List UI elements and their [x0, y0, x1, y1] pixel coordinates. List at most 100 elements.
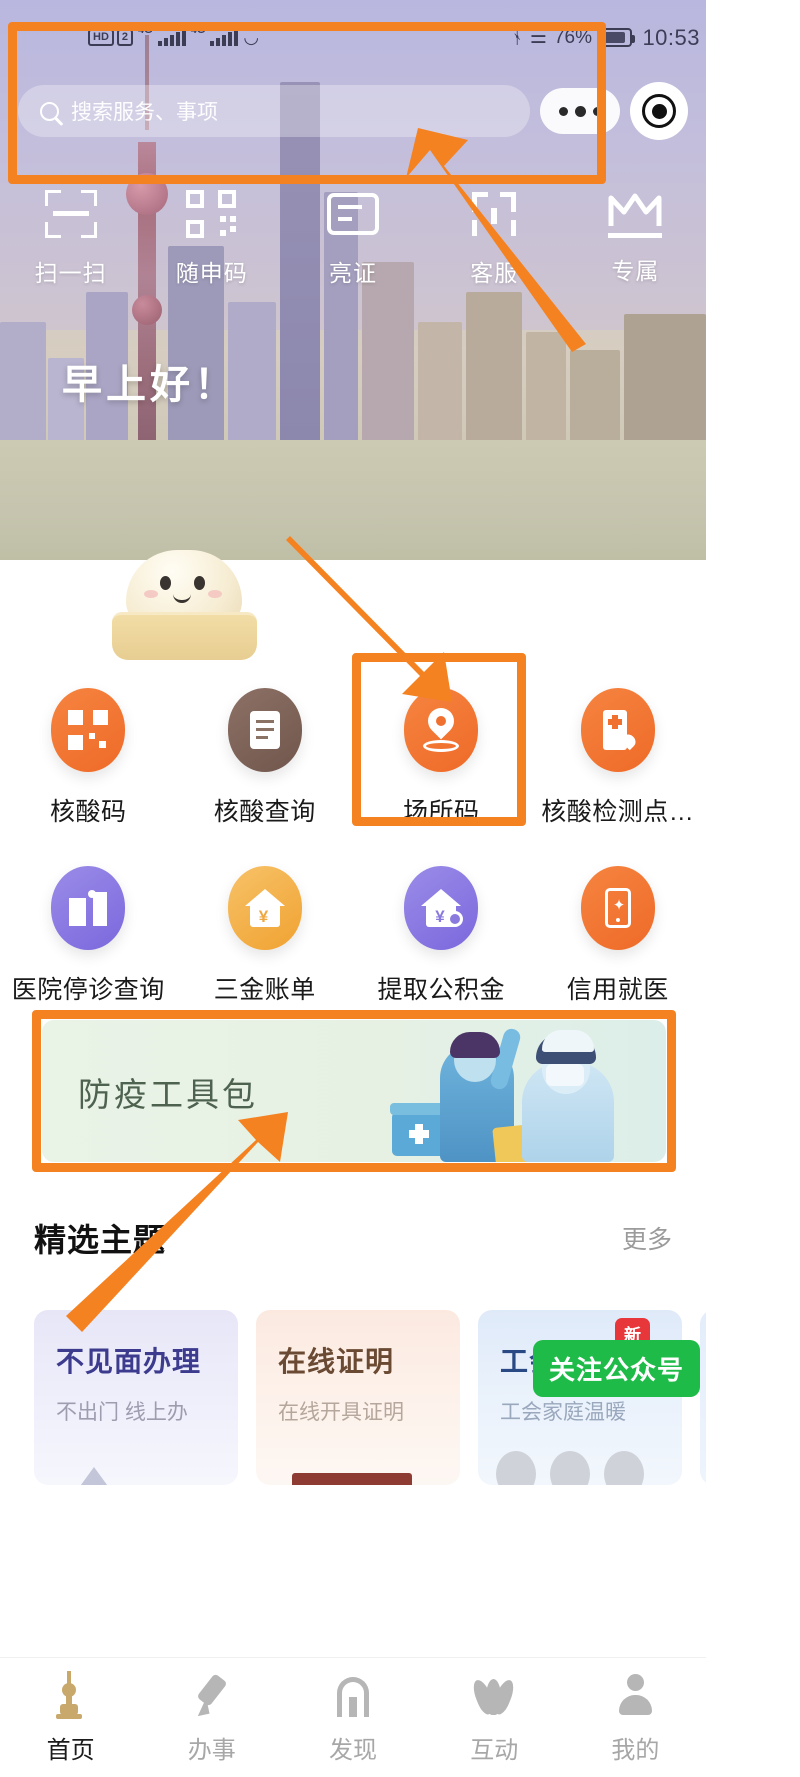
ellipsis-dot	[558, 106, 568, 116]
nav-item-mine[interactable]: 我的	[565, 1671, 706, 1765]
service-label: 医院停诊查询	[11, 976, 165, 1004]
service-icon-bg	[51, 688, 126, 772]
theme-card[interactable]: 不见面办理 不出门 线上办	[34, 1310, 238, 1485]
service-label: 提取公积金	[377, 976, 505, 1004]
service-icon	[468, 188, 520, 240]
worker-hair-1	[450, 1032, 500, 1058]
vibrate-icon: ☰	[529, 27, 547, 48]
leaf-icon	[470, 1671, 518, 1719]
quick-action-label: 亮证	[329, 260, 377, 286]
quick-action-kefu[interactable]: 客服	[424, 188, 565, 288]
carrier-stack: HD 2	[88, 25, 134, 46]
river	[0, 440, 706, 560]
tower-sphere-lower	[132, 295, 162, 325]
id-card-icon	[327, 188, 379, 240]
service-tiqugongjijin[interactable]: ¥ 提取公积金	[353, 850, 530, 1006]
nav-label: 我的	[611, 1736, 660, 1764]
network-type-1: 4G	[138, 24, 153, 36]
more-menu-button[interactable]	[540, 88, 620, 134]
quick-action-scan[interactable]: 扫一扫	[0, 188, 141, 288]
service-icon-bg	[227, 688, 302, 772]
search-icon	[40, 101, 59, 121]
theme-card-title: 不见面办理	[56, 1346, 202, 1377]
service-xinyongjiuyi[interactable]: ✦ 信用就医	[530, 850, 707, 1006]
nav-item-interact[interactable]: 互动	[424, 1671, 565, 1765]
document-icon	[249, 711, 280, 749]
signal-dots-icon	[88, 25, 114, 28]
nav-item-discover[interactable]: 发现	[282, 1671, 423, 1765]
service-row-2: 医院停诊查询 ¥ 三金账单 ¥ 提取公积金 ✦ 信用就医	[0, 850, 706, 1006]
service-hesuanchaxun[interactable]: 核酸查询	[177, 672, 354, 828]
greeting-text: 早上好！	[62, 363, 238, 407]
nav-item-services[interactable]: 办事	[141, 1671, 282, 1765]
follow-official-account-button[interactable]: 关注公众号	[532, 1340, 700, 1397]
nav-label: 发现	[329, 1736, 377, 1764]
service-yiyuantingzhen[interactable]: 医院停诊查询	[0, 850, 177, 1006]
theme-card-title: 在线证明	[278, 1346, 395, 1377]
card-decoration	[78, 1467, 110, 1485]
house-yuan-icon: ¥	[244, 889, 285, 927]
building	[570, 350, 620, 442]
sim-badge: 2	[116, 29, 134, 46]
theme-card[interactable]	[700, 1310, 706, 1485]
ellipsis-dot	[574, 105, 586, 117]
epidemic-toolkit-banner[interactable]: 防疫工具包	[42, 1020, 666, 1162]
scan-icon	[44, 188, 97, 240]
building	[418, 322, 462, 442]
quick-action-label: 客服	[470, 260, 519, 286]
pen-icon	[192, 1671, 232, 1719]
tower-icon	[51, 1670, 91, 1719]
service-label: 核酸码	[49, 798, 127, 826]
building	[526, 332, 566, 442]
service-hesuanma[interactable]: 核酸码	[0, 672, 177, 828]
featured-themes-header: 精选主题 更多	[0, 1215, 706, 1261]
mascot-bun	[112, 550, 262, 660]
service-label: 信用就医	[566, 976, 669, 1004]
bottom-navigation-bar: 首页 办事 发现 互动 我的	[0, 1657, 706, 1777]
theme-card-subtitle: 不出门 线上办	[56, 1401, 188, 1424]
signal-bars-2-icon	[210, 28, 239, 46]
theme-card[interactable]: 工会服务 工会家庭温暖	[478, 1310, 682, 1485]
arch-icon	[333, 1671, 373, 1719]
service-sanjinzhangdan[interactable]: ¥ 三金账单	[177, 850, 354, 1006]
service-hesuanjianceydian[interactable]: 核酸检测点…	[530, 672, 707, 828]
crown-shape	[608, 193, 662, 226]
search-input[interactable]: 搜索服务、事项	[18, 85, 530, 137]
close-mini-program-button[interactable]	[630, 82, 688, 140]
card-decoration	[604, 1451, 644, 1485]
location-pin-icon	[422, 702, 460, 752]
quick-action-liangzheng[interactable]: 亮证	[282, 188, 423, 288]
nav-item-home[interactable]: 首页	[0, 1670, 141, 1765]
search-placeholder: 搜索服务、事项	[71, 101, 218, 124]
card-decoration	[292, 1473, 412, 1485]
face-mask-illustration	[546, 1064, 584, 1086]
section-more-link[interactable]: 更多	[622, 1220, 672, 1256]
service-label: 三金账单	[213, 976, 316, 1004]
quick-action-suishenma[interactable]: 随申码	[141, 188, 282, 288]
network-type-2: 4G	[190, 24, 206, 36]
house-coin-icon: ¥	[421, 889, 464, 927]
service-changsuoma[interactable]: 场所码	[353, 672, 530, 828]
medical-kit-illustration	[390, 1103, 448, 1156]
service-label: 核酸查询	[213, 798, 316, 826]
wifi-icon: ◡	[243, 27, 260, 47]
search-row: 搜索服务、事项	[0, 82, 706, 140]
hd-badge: HD	[88, 29, 114, 46]
hospital-building-icon	[69, 890, 108, 926]
theme-card[interactable]: 在线证明 在线开具证明	[256, 1310, 460, 1485]
bluetooth-icon: ᛀ	[511, 26, 523, 48]
building	[362, 262, 414, 442]
qr-code-icon	[185, 188, 238, 240]
target-icon	[642, 94, 676, 128]
status-bar: HD 2 4G 4G ◡ ᛀ ☰ 76% 10:53	[0, 22, 706, 62]
status-bar-left: HD 2 4G 4G ◡	[88, 24, 260, 47]
battery-percent: 76%	[553, 26, 592, 48]
quick-action-label: 扫一扫	[34, 260, 107, 286]
card-decoration	[496, 1451, 536, 1485]
banner-title: 防疫工具包	[78, 1076, 258, 1113]
building	[624, 314, 706, 442]
phone-sparkle-icon: ✦	[604, 888, 631, 928]
quick-action-zhuanshu[interactable]: 专属	[565, 188, 706, 286]
building	[0, 322, 46, 442]
theme-card-subtitle: 在线开具证明	[278, 1401, 404, 1424]
